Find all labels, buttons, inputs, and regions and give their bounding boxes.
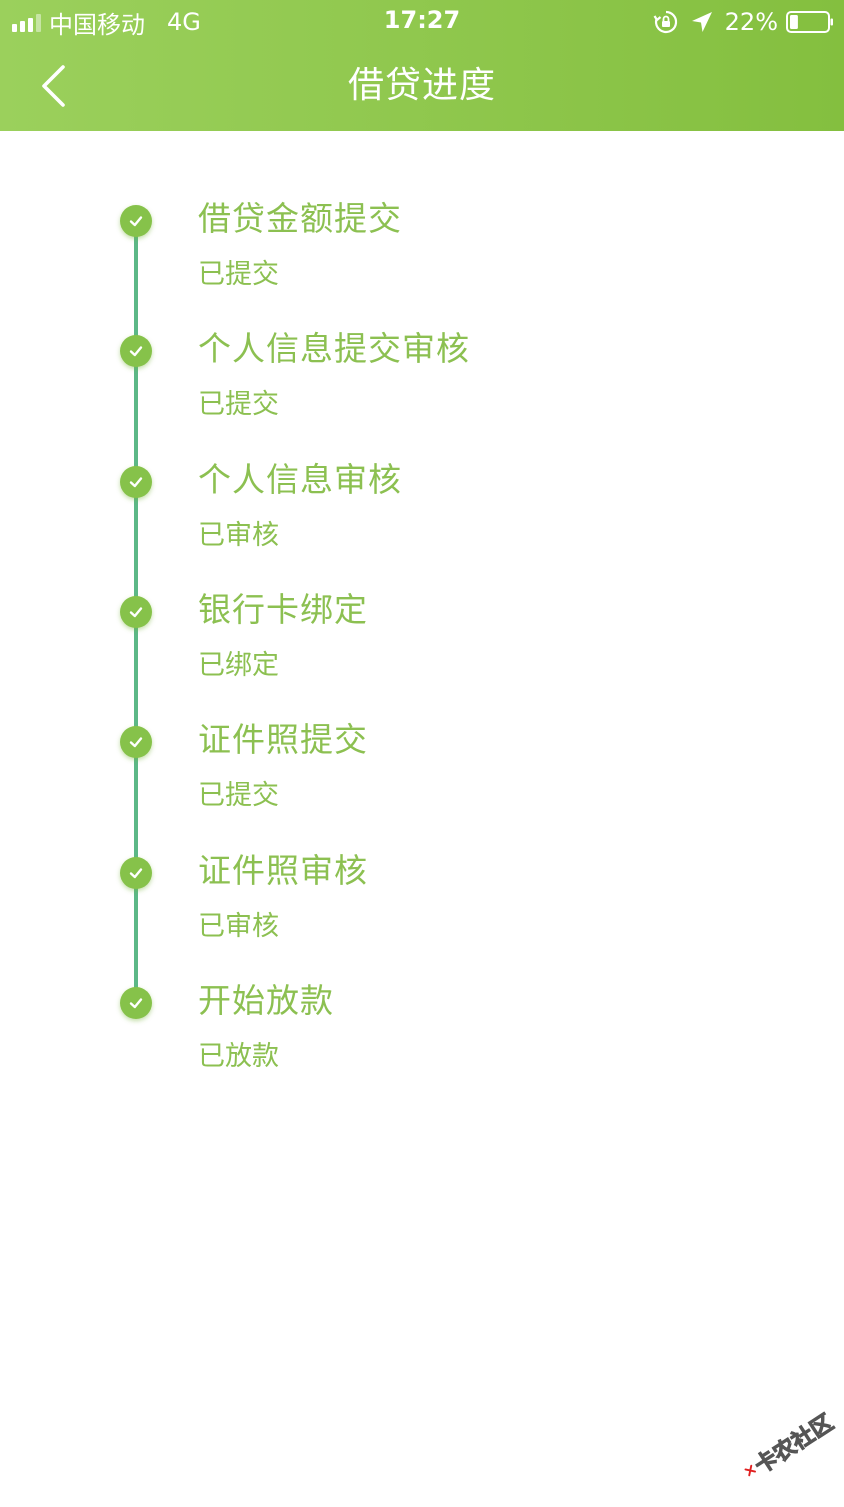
location-arrow-icon bbox=[691, 12, 712, 32]
nav-bar: 借贷进度 bbox=[0, 44, 844, 131]
battery-percent: 22% bbox=[724, 8, 778, 36]
step-status: 已放款 bbox=[198, 1041, 279, 1072]
step-title: 银行卡绑定 bbox=[198, 590, 368, 629]
timeline-step: 个人信息提交审核 已提交 bbox=[0, 261, 844, 420]
battery-icon bbox=[786, 11, 833, 33]
status-right: 22% bbox=[653, 6, 834, 38]
step-title: 个人信息审核 bbox=[198, 460, 402, 499]
check-icon bbox=[120, 726, 152, 758]
timeline-step: 个人信息审核 已审核 bbox=[0, 392, 844, 551]
timeline-step: 证件照审核 已审核 bbox=[0, 783, 844, 942]
status-bar: 中国移动 4G 17:27 22% bbox=[0, 0, 844, 44]
page-title: 借贷进度 bbox=[347, 65, 496, 106]
timeline-step: 开始放款 已放款 bbox=[0, 913, 844, 1072]
step-title: 证件照审核 bbox=[198, 851, 368, 890]
check-icon bbox=[120, 466, 152, 498]
check-icon bbox=[120, 205, 152, 237]
check-icon bbox=[120, 987, 152, 1019]
timeline-step: 银行卡绑定 已绑定 bbox=[0, 522, 844, 681]
step-title: 借贷金额提交 bbox=[198, 199, 402, 238]
loan-progress-timeline: 借贷金额提交 已提交 个人信息提交审核 已提交 个人信息审核 已审核 银行卡绑定… bbox=[0, 131, 844, 1111]
step-title: 开始放款 bbox=[198, 981, 334, 1020]
step-title: 证件照提交 bbox=[198, 720, 368, 759]
timeline-step: 借贷金额提交 已提交 bbox=[0, 131, 844, 290]
app-header: 中国移动 4G 17:27 22% 借贷进度 bbox=[0, 0, 844, 131]
watermark: 卡农社区 bbox=[724, 1385, 844, 1507]
rotation-lock-icon bbox=[653, 10, 677, 34]
timeline-step: 证件照提交 已提交 bbox=[0, 652, 844, 811]
watermark-text: 卡农社区 bbox=[750, 1410, 839, 1480]
check-icon bbox=[120, 335, 152, 367]
check-icon bbox=[120, 857, 152, 889]
check-icon bbox=[120, 596, 152, 628]
step-title: 个人信息提交审核 bbox=[198, 329, 470, 368]
